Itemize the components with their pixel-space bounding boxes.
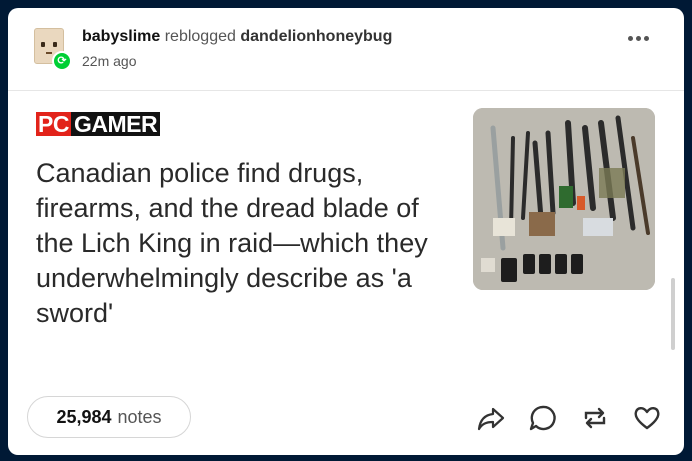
article-thumbnail[interactable] — [473, 108, 655, 290]
heart-icon[interactable] — [632, 403, 662, 433]
post-header: ⟳ babyslime reblogged dandelionhoneybug … — [8, 8, 684, 90]
avatar-eye — [53, 42, 57, 47]
more-icon[interactable] — [628, 36, 649, 41]
reblog-badge-icon: ⟳ — [52, 51, 72, 71]
source-logo-gamer: GAMER — [70, 112, 161, 136]
notes-label: notes — [117, 406, 162, 427]
avatar-eye — [41, 42, 45, 47]
article-headline[interactable]: Canadian police find drugs, firearms, an… — [36, 156, 456, 331]
header-divider — [8, 90, 684, 91]
source-logo-pc: PC — [36, 111, 71, 137]
post-actions — [476, 403, 662, 433]
share-icon[interactable] — [476, 403, 506, 433]
notes-count: 25,984 — [56, 406, 112, 427]
scrollbar[interactable] — [671, 278, 675, 350]
reblog-text: reblogged — [164, 28, 236, 45]
source-logo: PC GAMER — [36, 111, 161, 137]
post-timestamp[interactable]: 22m ago — [82, 53, 136, 69]
post-card: ⟳ babyslime reblogged dandelionhoneybug … — [8, 8, 684, 455]
notes-button[interactable]: 25,984 notes — [27, 396, 191, 438]
avatar-mouth — [46, 52, 52, 54]
reblog-icon[interactable] — [580, 403, 610, 433]
post-byline: babyslime reblogged dandelionhoneybug — [82, 28, 392, 46]
username-link[interactable]: babyslime — [82, 28, 160, 45]
reply-icon[interactable] — [528, 403, 558, 433]
reblogged-from-link[interactable]: dandelionhoneybug — [240, 28, 392, 45]
